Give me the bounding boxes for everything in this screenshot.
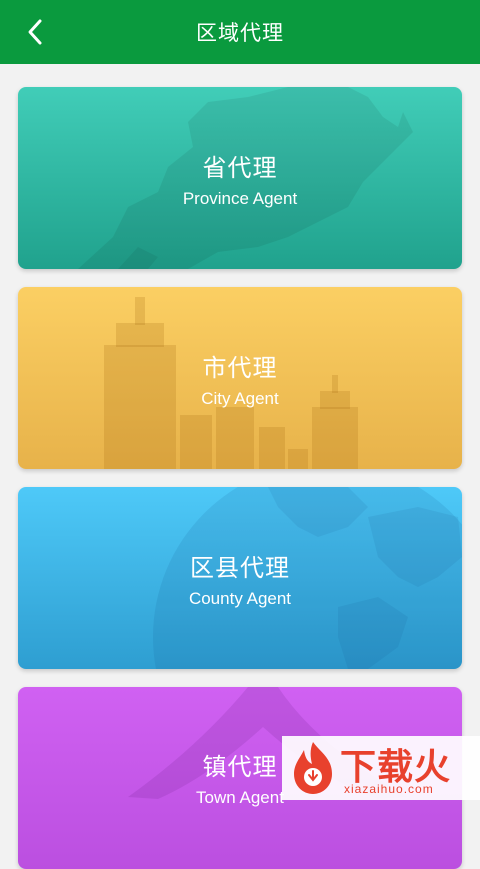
county-agent-card[interactable]: 区县代理 County Agent bbox=[18, 487, 462, 669]
flame-logo-icon bbox=[294, 742, 332, 794]
back-button[interactable] bbox=[20, 17, 50, 47]
card-title-cn: 区县代理 bbox=[190, 553, 290, 582]
app-bar: 区域代理 bbox=[0, 0, 480, 64]
city-agent-card[interactable]: 市代理 City Agent bbox=[18, 287, 462, 469]
watermark-logo: 下载火 xiazaihuo.com bbox=[282, 736, 480, 800]
card-title-cn: 镇代理 bbox=[202, 753, 278, 781]
page-title: 区域代理 bbox=[196, 21, 284, 45]
watermark-url: xiazaihuo.com bbox=[344, 782, 434, 796]
card-title-en: City Agent bbox=[201, 388, 279, 408]
card-title-en: County Agent bbox=[188, 588, 292, 608]
card-title-cn: 市代理 bbox=[202, 353, 278, 382]
province-agent-card[interactable]: 省代理 Province Agent bbox=[18, 87, 462, 269]
card-title-en: Province Agent bbox=[182, 188, 298, 208]
chevron-left-icon bbox=[28, 19, 42, 45]
card-title-en: Town Agent bbox=[196, 788, 284, 807]
card-title-cn: 省代理 bbox=[202, 153, 278, 182]
